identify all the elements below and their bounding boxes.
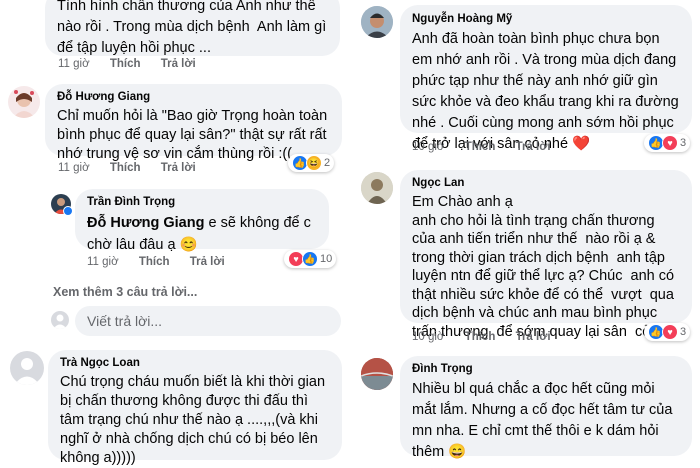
comment-actions: 11 giờ Thích Trả lời	[58, 162, 213, 174]
like-link[interactable]: Thích	[465, 141, 496, 153]
reaction-summary[interactable]: 👍 😆 2	[288, 154, 335, 172]
comment-text: Nhiều bl quá chắc a đọc hết cũng mỏi mắt…	[412, 381, 677, 460]
reaction-count: 3	[680, 137, 687, 149]
user-silhouette-icon	[53, 314, 67, 329]
avatar[interactable]	[10, 351, 44, 385]
comment-bubble: Nguyễn Hoàng Mỹ Anh đã hoàn toàn bình ph…	[400, 5, 692, 152]
reply-link[interactable]: Trả lời	[161, 58, 196, 70]
love-reaction-icon: ♥	[662, 135, 678, 151]
reaction-summary[interactable]: 👍 ♥ 3	[644, 134, 691, 152]
avatar[interactable]	[361, 6, 393, 38]
avatar-image	[361, 358, 393, 390]
haha-reaction-icon: 😆	[306, 155, 322, 171]
reply-input[interactable]: Viết trả lời...	[75, 306, 341, 336]
reply-link[interactable]: Trả lời	[161, 162, 196, 174]
reply-link[interactable]: Trả lời	[516, 331, 551, 343]
comment-time: 10 giờ	[412, 331, 445, 343]
like-link[interactable]: Thích	[110, 162, 141, 174]
like-link[interactable]: Thích	[465, 331, 496, 343]
comment-time: 11 giờ	[58, 58, 90, 70]
comment-time: 11 giờ	[58, 162, 90, 174]
reaction-summary[interactable]: ♥ 👍 10	[284, 250, 337, 268]
comment-text: Em Chào anh ạ anh cho hỏi là tình trạng …	[412, 194, 675, 340]
reaction-summary[interactable]: 👍 ♥ 3	[644, 323, 691, 341]
mention-link[interactable]: Đỗ Hương Giang	[87, 215, 204, 231]
reaction-count: 3	[680, 326, 687, 338]
comment-actions: 10 giờ Thích Trả lời	[412, 331, 568, 343]
comment-actions: 11 giờ Thích Trả lời	[58, 58, 213, 70]
avatar-image	[13, 90, 35, 118]
reply-author[interactable]: Trần Đình Trọng	[87, 195, 317, 210]
like-reaction-icon: 👍	[302, 251, 318, 267]
comment-text: Chú trọng cháu muốn biết là khi thời gia…	[60, 374, 330, 466]
reaction-count: 10	[320, 253, 333, 265]
comment-bubble: Ngọc Lan Em Chào anh ạ anh cho hỏi là tì…	[400, 170, 692, 340]
reply-time: 11 giờ	[87, 256, 119, 268]
avatar[interactable]	[361, 358, 393, 390]
avatar-image	[361, 6, 393, 38]
reaction-count: 2	[324, 157, 331, 169]
love-reaction-icon: ♥	[662, 324, 678, 340]
like-link[interactable]: Thích	[110, 58, 141, 70]
comment-author[interactable]: Nguyễn Hoàng Mỹ	[412, 12, 680, 27]
comment-bubble: Trà Ngọc Loan Chú trọng cháu muốn biết l…	[48, 350, 342, 466]
comment-text: Tình hình chân thương của Anh như thế nà…	[57, 0, 331, 56]
reply-text: Đỗ Hương Giang e sẽ không để c chờ lâu đ…	[87, 215, 315, 253]
comment-actions: 10 giờ Thích Trả lời	[412, 141, 568, 153]
comment-bubble: Đình Trọng Nhiều bl quá chắc a đọc hết c…	[400, 356, 692, 460]
reply-link[interactable]: Trả lời	[190, 256, 225, 268]
comment-bubble: Đỗ Hương Giang Chỉ muốn hỏi là "Bao giờ …	[45, 84, 342, 162]
reply-actions: 11 giờ Thích Trả lời	[87, 256, 242, 268]
comment-author[interactable]: Đỗ Hương Giang	[57, 90, 330, 105]
view-more-replies-link[interactable]: Xem thêm 3 câu trả lời...	[53, 285, 197, 299]
comment-bubble: Tình hình chân thương của Anh như thế nà…	[45, 0, 340, 56]
avatar[interactable]	[361, 172, 393, 204]
reply-bubble: Trần Đình Trọng Đỗ Hương Giang e sẽ khôn…	[75, 189, 329, 253]
verified-badge-icon	[63, 206, 73, 216]
comment-author[interactable]: Ngọc Lan	[412, 176, 680, 191]
user-silhouette-icon	[14, 358, 40, 385]
comment-text: Chỉ muốn hỏi là "Bao giờ Trọng hoàn toàn…	[57, 108, 332, 162]
avatar[interactable]	[8, 86, 40, 118]
like-link[interactable]: Thích	[139, 256, 170, 268]
reply-link[interactable]: Trả lời	[516, 141, 551, 153]
comment-author[interactable]: Đình Trọng	[412, 362, 680, 377]
current-user-avatar	[51, 311, 69, 329]
comment-time: 10 giờ	[412, 141, 445, 153]
comment-text: Anh đã hoàn toàn bình phục chưa bọn em n…	[412, 31, 683, 152]
comment-author[interactable]: Trà Ngọc Loan	[60, 356, 330, 371]
avatar-image	[361, 172, 393, 204]
